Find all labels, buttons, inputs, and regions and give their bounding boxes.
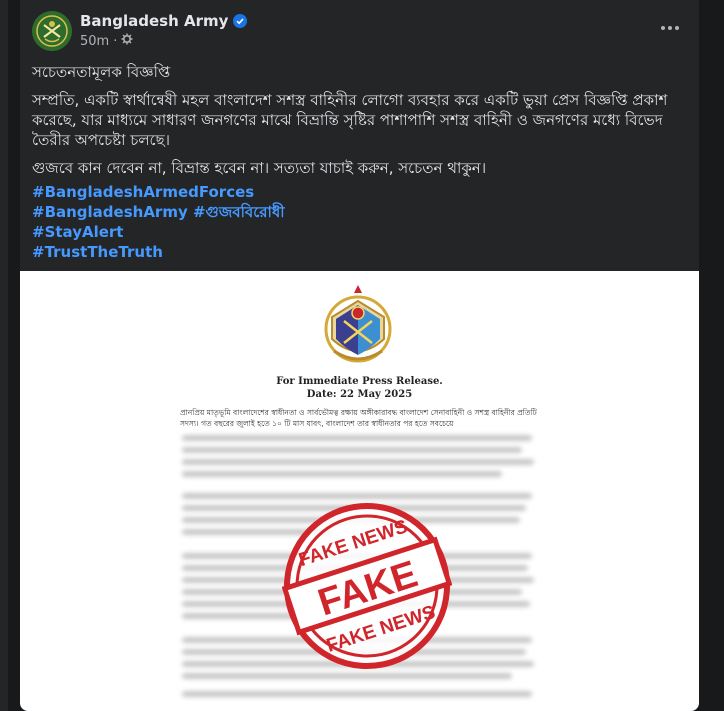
press-release-title: For Immediate Press Release. bbox=[276, 376, 443, 387]
author-name-text[interactable]: Bangladesh Army bbox=[80, 12, 228, 30]
blurred-text-line bbox=[182, 673, 512, 679]
more-options-icon[interactable] bbox=[655, 18, 685, 38]
blurred-text-line bbox=[182, 435, 532, 441]
press-release-date: Date: 22 May 2025 bbox=[306, 389, 413, 400]
army-logo-icon[interactable] bbox=[32, 11, 72, 51]
blurred-text-line bbox=[182, 493, 532, 499]
globe-settings-icon[interactable] bbox=[121, 33, 133, 49]
hashtag-link[interactable]: #BangladeshArmy #গুজববিরোধী bbox=[32, 202, 285, 222]
post-body: সচেতনতামূলক বিজ্ঞপ্তি সম্প্রতি, একটি স্ব… bbox=[32, 62, 682, 186]
press-release-text: প্রানপ্রিয় মাতৃভূমি বাংলাদেশের স্বাধীনত… bbox=[180, 408, 537, 428]
post-paragraph: গুজবে কান দেবেন না, বিভ্রান্ত হবেন না। স… bbox=[32, 159, 487, 177]
blurred-text-line bbox=[182, 447, 522, 453]
verified-badge-icon bbox=[233, 14, 248, 28]
background-panel-edge bbox=[0, 0, 8, 711]
post-image[interactable]: For Immediate Press Release. Date: 22 Ma… bbox=[20, 271, 699, 711]
author-name[interactable]: Bangladesh Army bbox=[80, 12, 248, 30]
post-card: Bangladesh Army 50m · সচেতনতামূলক বিজ্ঞপ… bbox=[20, 0, 699, 711]
post-heading: সচেতনতামূলক বিজ্ঞপ্তি bbox=[32, 63, 171, 81]
post-time[interactable]: 50m bbox=[80, 34, 109, 49]
hashtag-list: #BangladeshArmedForces #BangladeshArmy #… bbox=[32, 182, 285, 262]
hashtag-link[interactable]: #BangladeshArmedForces bbox=[32, 182, 285, 202]
post-meta: 50m · bbox=[80, 33, 133, 49]
blurred-text-line bbox=[182, 459, 534, 465]
fake-news-stamp-icon: FAKE NEWS FAKE FAKE NEWS bbox=[282, 503, 452, 669]
tri-service-emblem-icon bbox=[324, 285, 392, 363]
hashtag-link[interactable]: #TrustTheTruth bbox=[32, 242, 285, 262]
dot-separator: · bbox=[113, 33, 118, 49]
post-paragraph: সম্প্রতি, একটি স্বার্থান্বেষী মহল বাংলাদ… bbox=[32, 91, 668, 149]
press-release-heading: For Immediate Press Release. Date: 22 Ma… bbox=[20, 375, 699, 401]
hashtag-link[interactable]: #StayAlert bbox=[32, 222, 285, 242]
blurred-text-line bbox=[182, 691, 532, 697]
blurred-text-line bbox=[182, 471, 502, 477]
post-header: Bangladesh Army 50m · bbox=[20, 0, 699, 60]
